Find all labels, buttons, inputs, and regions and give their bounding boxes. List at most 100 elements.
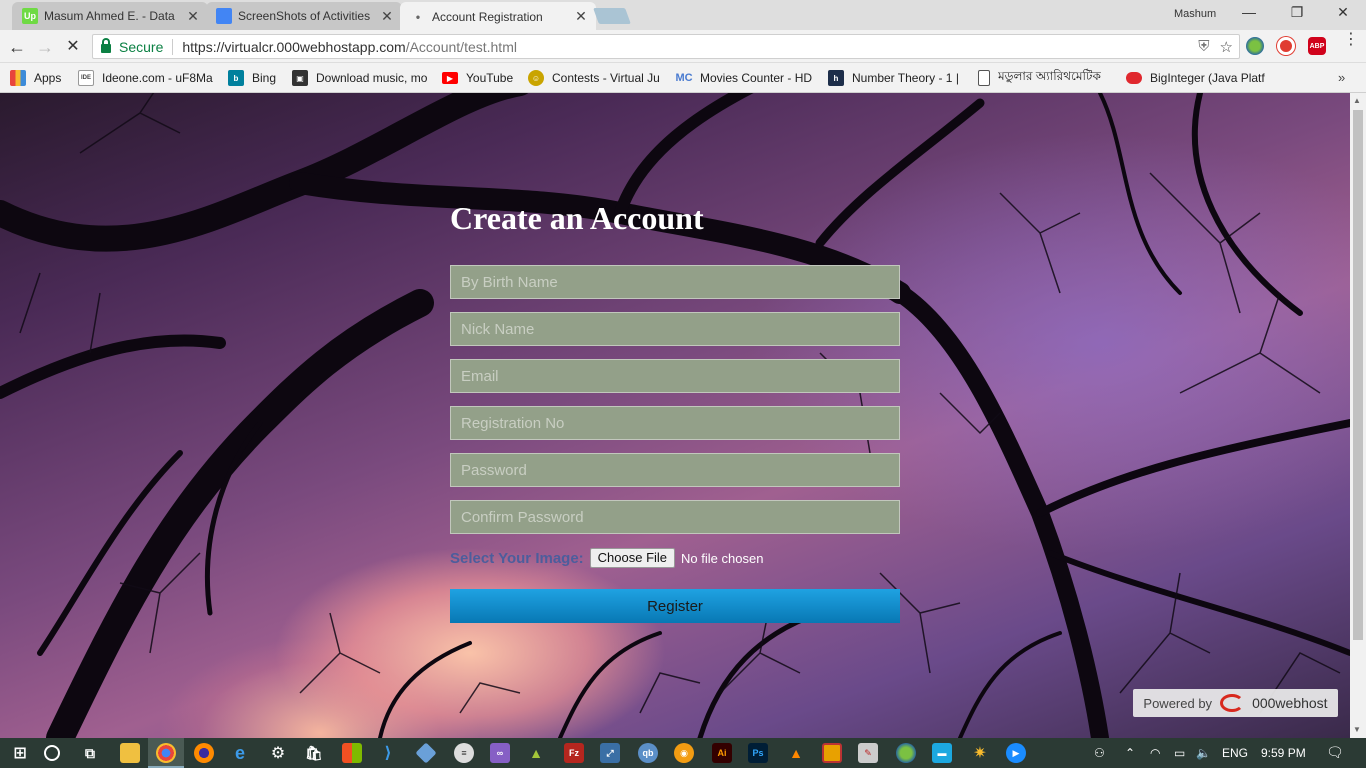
stop-loading-icon[interactable]: ✕: [62, 36, 84, 58]
vscode-icon[interactable]: ⟩: [378, 743, 398, 763]
edge-icon[interactable]: e: [230, 743, 250, 763]
password-input[interactable]: [450, 453, 900, 487]
forward-icon[interactable]: →: [34, 36, 56, 58]
divider: [172, 38, 174, 55]
vertical-scrollbar[interactable]: ▲ ▼: [1350, 93, 1366, 738]
registration-no-input[interactable]: [450, 406, 900, 440]
more-bookmarks-icon[interactable]: »: [1338, 70, 1345, 85]
firefox-icon[interactable]: [194, 743, 214, 763]
app-grid-icon[interactable]: [342, 743, 362, 763]
bookmark-label: Movies Counter - HD: [700, 71, 813, 85]
shield-icon[interactable]: ⛨: [1198, 38, 1209, 56]
bookmark-bing[interactable]: b Bing: [228, 63, 284, 93]
scroll-down-icon[interactable]: ▼: [1353, 725, 1361, 734]
opera-vpn-icon[interactable]: [1277, 37, 1295, 55]
scroll-up-icon[interactable]: ▲: [1353, 96, 1361, 105]
confirm-password-input[interactable]: [450, 500, 900, 534]
extension-globe-icon[interactable]: [1246, 37, 1264, 55]
menu-icon[interactable]: ⋮: [1343, 32, 1359, 48]
close-icon[interactable]: ✕: [186, 8, 200, 25]
star-app-icon[interactable]: ✷: [970, 743, 990, 763]
bookmark-biginteger[interactable]: BigInteger (Java Platf: [1126, 63, 1266, 93]
omnibox-actions: ⛨ ☆: [1198, 38, 1233, 56]
paint-icon[interactable]: ✎: [858, 743, 878, 763]
virtualbox-icon[interactable]: [415, 742, 437, 764]
choose-file-button[interactable]: Choose File: [589, 548, 676, 568]
profile-name[interactable]: Mashum: [1174, 8, 1216, 20]
player-icon[interactable]: ▶: [1006, 743, 1026, 763]
bookmark-star-icon[interactable]: ☆: [1220, 38, 1233, 56]
volume-icon[interactable]: 🔈: [1196, 746, 1211, 760]
secure-label: Secure: [119, 38, 164, 55]
restore-icon[interactable]: ❐: [1286, 4, 1308, 21]
illustrator-icon[interactable]: Ai: [712, 743, 732, 763]
store-icon[interactable]: 🛍: [304, 743, 324, 763]
tab-upwork[interactable]: Up Masum Ahmed E. - Data ✕: [12, 2, 208, 30]
bing-icon: b: [228, 70, 244, 86]
tab-account-registration[interactable]: • Account Registration ✕: [400, 2, 596, 31]
language-indicator[interactable]: ENG: [1222, 746, 1248, 760]
youtube-icon: ▶: [442, 72, 458, 84]
bookmark-modular-arithmetic[interactable]: মডুলার অ্যারিথমেটিক: [978, 63, 1116, 93]
globe-app-icon[interactable]: [896, 743, 916, 763]
bookmark-apps[interactable]: Apps: [10, 63, 70, 93]
lock-icon: [101, 38, 111, 53]
address-bar[interactable]: Secure https://virtualcr.000webhostapp.c…: [92, 34, 1240, 59]
app-circle-icon[interactable]: ≡: [454, 743, 474, 763]
video-app-icon[interactable]: ▬: [932, 743, 952, 763]
docs-icon: [216, 8, 232, 24]
filezilla-icon[interactable]: Fz: [564, 743, 584, 763]
bookmark-label: Apps: [34, 71, 62, 85]
battery-icon[interactable]: ▭: [1174, 746, 1185, 760]
bookmark-vjudge[interactable]: ☺ Contests - Virtual Ju: [528, 63, 666, 93]
tab-screenshots[interactable]: ScreenShots of Activities ✕: [206, 2, 402, 30]
show-hidden-icons[interactable]: ⌃: [1125, 746, 1135, 760]
registration-form: Create an Account Select Your Image: Cho…: [450, 198, 900, 623]
nick-name-input[interactable]: [450, 312, 900, 346]
register-button[interactable]: Register: [450, 589, 900, 623]
action-center-icon[interactable]: 🗨: [1326, 744, 1344, 761]
page-icon: [978, 70, 990, 86]
bookmark-movies-counter[interactable]: MC Movies Counter - HD: [676, 63, 816, 93]
mc-icon: MC: [676, 72, 693, 84]
back-icon[interactable]: ←: [6, 36, 28, 58]
close-window-icon[interactable]: ✕: [1332, 4, 1354, 21]
network-tool-icon[interactable]: ⤢: [600, 743, 620, 763]
scrollbar-thumb[interactable]: [1353, 110, 1363, 640]
minimize-icon[interactable]: —: [1238, 4, 1260, 20]
people-icon[interactable]: ⚇: [1094, 746, 1105, 760]
task-view-icon[interactable]: ⧉: [80, 743, 100, 763]
image-upload-row: Select Your Image: Choose File No file c…: [450, 547, 900, 569]
birth-name-input[interactable]: [450, 265, 900, 299]
url-host: https://virtualcr.000webhostapp.com: [182, 38, 406, 55]
bookmark-ideone[interactable]: IDE Ideone.com - uF8Ma: [78, 63, 214, 93]
settings-gear-icon[interactable]: ⚙: [268, 743, 288, 763]
bookmark-youtube[interactable]: ▶ YouTube: [442, 63, 522, 93]
search-icon[interactable]: [44, 745, 60, 761]
app-orange-icon[interactable]: ◉: [674, 743, 694, 763]
bookmark-download-music[interactable]: ▣ Download music, mo: [292, 63, 430, 93]
wifi-icon[interactable]: ◠: [1150, 746, 1160, 760]
page-viewport: Create an Account Select Your Image: Cho…: [0, 93, 1350, 738]
email-input[interactable]: [450, 359, 900, 393]
webhost-logo-icon: [1220, 694, 1245, 712]
bookmark-number-theory[interactable]: h Number Theory - 1 |: [828, 63, 964, 93]
qbittorrent-icon[interactable]: qb: [638, 743, 658, 763]
url-path: /Account/test.html: [405, 38, 517, 55]
windows-start-icon[interactable]: ⊞: [10, 743, 30, 763]
new-tab-button[interactable]: [593, 8, 631, 24]
bookmark-label: Number Theory - 1 |: [852, 71, 959, 85]
file-explorer-icon[interactable]: [120, 743, 140, 763]
vlc-icon[interactable]: ▲: [786, 743, 806, 763]
clock-time[interactable]: 9:59 PM: [1261, 746, 1306, 760]
android-studio-icon[interactable]: ▲: [526, 743, 546, 763]
close-icon[interactable]: ✕: [380, 8, 394, 25]
close-icon[interactable]: ✕: [574, 8, 588, 25]
browser-toolbar: ← → ✕ Secure https://virtualcr.000webhos…: [0, 30, 1366, 63]
powered-by-badge[interactable]: Powered by 000webhost: [1133, 689, 1338, 717]
visual-studio-icon[interactable]: ∞: [490, 743, 510, 763]
chrome-icon[interactable]: [156, 743, 176, 763]
photoshop-icon[interactable]: Ps: [748, 743, 768, 763]
app-square-icon[interactable]: [822, 743, 842, 763]
adblock-plus-icon[interactable]: ABP: [1308, 37, 1326, 55]
